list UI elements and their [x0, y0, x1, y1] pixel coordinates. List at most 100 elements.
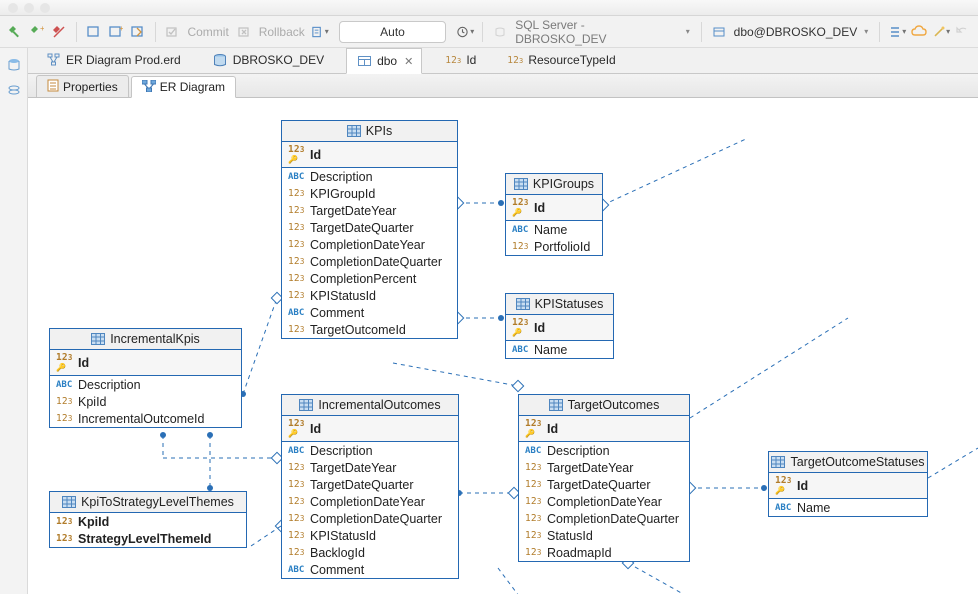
entity-column[interactable]: 123CompletionDateQuarter — [282, 510, 458, 527]
entity-column[interactable]: 123🔑Id — [519, 416, 689, 442]
sub-tabstrip: PropertiesER Diagram — [0, 74, 978, 98]
window-close-icon[interactable] — [8, 3, 18, 13]
autocommit-combo[interactable]: Auto — [339, 21, 447, 43]
entity-kpis[interactable]: KPIs123🔑IdABCDescription123KPIGroupId123… — [281, 120, 458, 339]
entity-column[interactable]: ABCName — [506, 341, 613, 358]
er-diagram-canvas[interactable]: KPIs123🔑IdABCDescription123KPIGroupId123… — [28, 98, 978, 594]
entity-column[interactable]: 123🔑Id — [50, 350, 241, 376]
list-icon[interactable]: ▾ — [888, 23, 906, 41]
entity-header: KPIGroups — [506, 174, 602, 195]
entity-column[interactable]: 123StatusId — [519, 527, 689, 544]
column-name: Description — [310, 170, 373, 184]
entity-column[interactable]: ABCComment — [282, 304, 457, 321]
entity-targetoutcomestatuses[interactable]: TargetOutcomeStatuses 123🔑IdABCName — [768, 451, 928, 517]
editor-tab[interactable]: DBROSKO_DEV — [203, 47, 332, 73]
entity-header: TargetOutcomeStatuses — [769, 452, 927, 473]
entity-column[interactable]: 123PortfolioId — [506, 238, 602, 255]
entity-incrementalkpis[interactable]: IncrementalKpis123🔑IdABCDescription123Kp… — [49, 328, 242, 428]
entity-column[interactable]: 123TargetDateYear — [519, 459, 689, 476]
cloud-icon[interactable] — [910, 23, 928, 41]
tx-mode-icon[interactable]: ▾ — [311, 23, 329, 41]
entity-column[interactable]: 123TargetDateQuarter — [282, 476, 458, 493]
column-name: Description — [78, 378, 141, 392]
column-name: KPIGroupId — [310, 187, 375, 201]
entity-column[interactable]: 123🔑Id — [282, 142, 457, 168]
editor-tab[interactable]: ER Diagram Prod.erd — [36, 47, 189, 73]
server-icon — [491, 23, 509, 41]
editor-tab[interactable]: dbo✕ — [346, 48, 422, 74]
column-name: Comment — [310, 563, 364, 577]
entity-header: TargetOutcomes — [519, 395, 689, 416]
sub-tab-properties[interactable]: Properties — [36, 75, 129, 97]
entity-column[interactable]: 123🔑Id — [769, 473, 927, 499]
entity-column[interactable]: 123TargetDateQuarter — [282, 219, 457, 236]
entity-kpigroups[interactable]: KPIGroups123🔑IdABCName123PortfolioId — [505, 173, 603, 256]
plug-new-icon[interactable]: + — [28, 23, 46, 41]
editor-tab[interactable]: 123ResourceTypeId — [498, 47, 623, 73]
entity-column[interactable]: 123KpiId — [50, 513, 246, 530]
entity-column[interactable]: 123BacklogId — [282, 544, 458, 561]
entity-column[interactable]: 123CompletionDateYear — [282, 493, 458, 510]
schema-selector[interactable]: dbo@DBROSKO_DEV — [734, 25, 858, 39]
wand-icon[interactable]: ▾ — [932, 23, 950, 41]
gutter-db-icon[interactable] — [5, 56, 23, 74]
entity-column[interactable]: ABCName — [769, 499, 927, 516]
editor-tab[interactable]: 123Id — [436, 47, 484, 73]
entity-targetoutcomes[interactable]: TargetOutcomes123🔑IdABCDescription123Tar… — [518, 394, 690, 562]
entity-incrementaloutcomes[interactable]: IncrementalOutcomes123🔑IdABCDescription1… — [281, 394, 459, 579]
window-zoom-icon[interactable] — [40, 3, 50, 13]
sql-new-icon[interactable]: + — [107, 23, 125, 41]
sub-tab-er-diagram[interactable]: ER Diagram — [131, 76, 236, 98]
tab-icon — [142, 80, 156, 95]
entity-column[interactable]: ABCDescription — [282, 442, 458, 459]
entity-column[interactable]: 123KPIGroupId — [282, 185, 457, 202]
entity-column[interactable]: 123CompletionDateQuarter — [282, 253, 457, 270]
column-name: TargetDateQuarter — [310, 478, 414, 492]
entity-kpitostrategylevelthemes[interactable]: KpiToStrategyLevelThemes123KpiId123Strat… — [49, 491, 247, 548]
window-minimize-icon[interactable] — [24, 3, 34, 13]
entity-column[interactable]: ABCDescription — [282, 168, 457, 185]
entity-column[interactable]: ABCDescription — [50, 376, 241, 393]
entity-title: TargetOutcomeStatuses — [790, 455, 924, 469]
column-name: Name — [534, 223, 567, 237]
sql-editor-icon[interactable] — [85, 23, 103, 41]
entity-column[interactable]: 123CompletionDateYear — [519, 493, 689, 510]
entity-column[interactable]: ABCComment — [282, 561, 458, 578]
close-icon[interactable]: ✕ — [404, 55, 413, 68]
entity-column[interactable]: 123🔑Id — [506, 315, 613, 341]
entity-column[interactable]: 123IncrementalOutcomeId — [50, 410, 241, 427]
entity-column[interactable]: ABCName — [506, 221, 602, 238]
entity-column[interactable]: 123KPIStatusId — [282, 287, 457, 304]
entity-column[interactable]: 123TargetOutcomeId — [282, 321, 457, 338]
plug-disconnect-icon[interactable] — [50, 23, 68, 41]
main-toolbar: + + Commit Rollback ▾ Auto ▾ SQL Server … — [0, 16, 978, 48]
toolbar-separator — [701, 22, 702, 42]
gutter-stack-icon[interactable] — [5, 82, 23, 100]
entity-column[interactable]: 123KpiId — [50, 393, 241, 410]
sql-open-icon[interactable] — [129, 23, 147, 41]
column-name: CompletionPercent — [310, 272, 416, 286]
entity-title: TargetOutcomes — [568, 398, 660, 412]
entity-column[interactable]: 123KPIStatusId — [282, 527, 458, 544]
plug-connect-icon[interactable] — [6, 23, 24, 41]
tab-label: ResourceTypeId — [528, 53, 615, 67]
entity-column[interactable]: 123TargetDateYear — [282, 459, 458, 476]
entity-column[interactable]: 123CompletionDateYear — [282, 236, 457, 253]
entity-column[interactable]: 123🔑Id — [506, 195, 602, 221]
column-name: CompletionDateQuarter — [310, 512, 442, 526]
entity-column[interactable]: 123TargetDateQuarter — [519, 476, 689, 493]
column-name: Id — [310, 148, 321, 162]
history-icon[interactable]: ▾ — [456, 23, 474, 41]
entity-column[interactable]: 123CompletionPercent — [282, 270, 457, 287]
entity-column[interactable]: 123StrategyLevelThemeId — [50, 530, 246, 547]
entity-column[interactable]: 123RoadmapId — [519, 544, 689, 561]
entity-column[interactable]: 123TargetDateYear — [282, 202, 457, 219]
entity-column[interactable]: ABCDescription — [519, 442, 689, 459]
column-name: TargetDateYear — [547, 461, 633, 475]
datasource-selector[interactable]: SQL Server - DBROSKO_DEV — [515, 18, 679, 46]
entity-column[interactable]: 123CompletionDateQuarter — [519, 510, 689, 527]
entity-kpistatuses[interactable]: KPIStatuses123🔑IdABCName — [505, 293, 614, 359]
tab-label: DBROSKO_DEV — [233, 53, 324, 67]
entity-column[interactable]: 123🔑Id — [282, 416, 458, 442]
tab-icon — [44, 51, 62, 69]
